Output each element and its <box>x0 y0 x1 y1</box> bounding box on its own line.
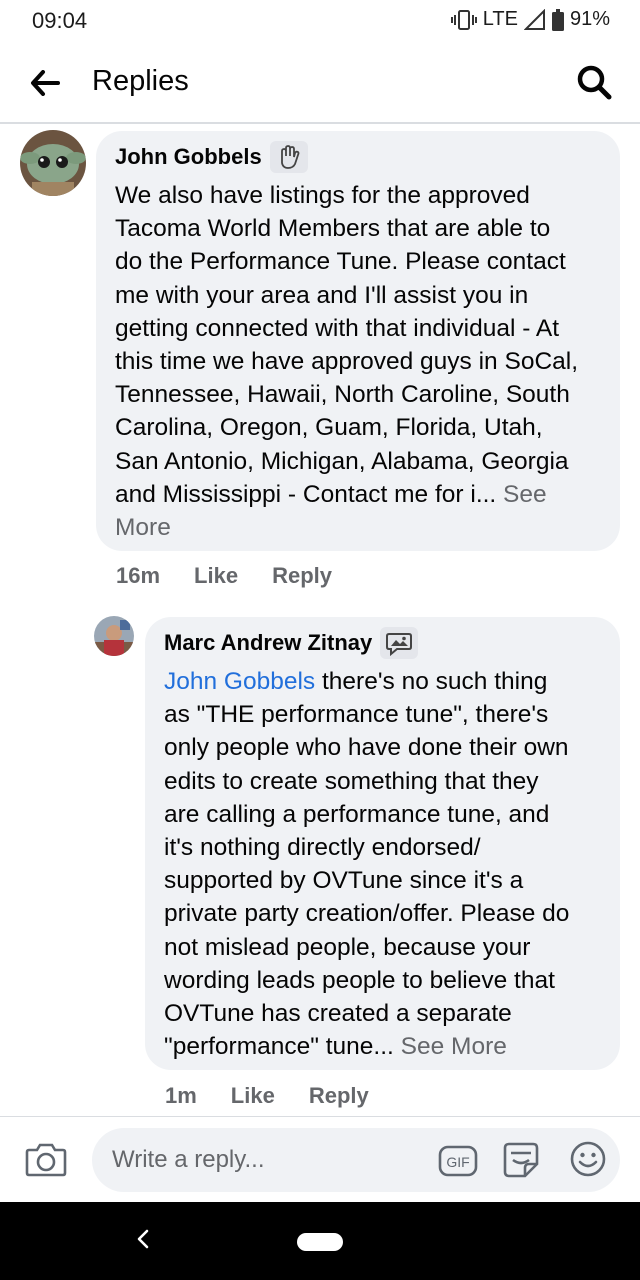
comment-time: 16m <box>116 563 161 588</box>
reply-placeholder: Write a reply... <box>112 1146 265 1173</box>
status-time: 09:04 <box>32 8 88 33</box>
mention-link[interactable]: John Gobbels <box>164 668 315 695</box>
search-button[interactable] <box>572 62 616 106</box>
reply-button[interactable]: Reply <box>272 563 332 589</box>
reply-button[interactable]: Reply <box>309 1083 369 1109</box>
see-more-link[interactable]: See <box>503 481 547 508</box>
search-icon <box>576 64 612 105</box>
reply-input[interactable]: Write a reply... GIF <box>92 1128 620 1192</box>
network-label: LTE <box>482 8 518 30</box>
vibrate-icon <box>450 9 477 31</box>
gif-label: GIF <box>446 1154 469 1170</box>
reply-composer: Write a reply... GIF <box>0 1116 640 1202</box>
emoji-icon <box>569 1140 607 1183</box>
back-button[interactable] <box>26 66 64 104</box>
camera-icon <box>25 1141 67 1182</box>
avatar[interactable] <box>94 616 134 656</box>
see-more-link-cont[interactable]: More <box>115 511 602 544</box>
camera-button[interactable] <box>24 1139 68 1183</box>
comment-author[interactable]: John Gobbels <box>115 144 262 170</box>
signal-icon <box>523 8 546 31</box>
gif-button[interactable]: GIF <box>438 1142 478 1180</box>
header: Replies <box>0 44 640 124</box>
nav-home-button[interactable] <box>297 1233 343 1251</box>
battery-icon <box>551 8 564 31</box>
comment-author[interactable]: Marc Andrew Zitnay <box>164 630 372 656</box>
emoji-button[interactable] <box>568 1140 608 1183</box>
comment-text: John Gobbels there's no such thing as "T… <box>164 668 570 1061</box>
arrow-left-icon <box>30 69 60 101</box>
comment-time: 1m <box>165 1083 197 1108</box>
status-icons: LTE 91% <box>450 8 610 31</box>
nav-back-icon <box>136 1228 150 1255</box>
like-button[interactable]: Like <box>194 563 238 589</box>
status-bar: 09:04 LTE 91% <box>0 0 640 44</box>
comment-bubble: Marc Andrew Zitnay John Gobbels there's … <box>145 617 620 1070</box>
sticker-button[interactable] <box>501 1142 541 1180</box>
comment-actions: 16m Like Reply <box>116 563 332 589</box>
nav-back-button[interactable] <box>128 1224 158 1258</box>
page-title: Replies <box>92 65 189 97</box>
battery-percent: 91% <box>569 8 610 30</box>
see-more-link[interactable]: See More <box>401 1033 507 1060</box>
system-nav-bar <box>0 1202 640 1280</box>
hand-wave-icon <box>269 141 308 173</box>
sticker-icon <box>501 1140 541 1183</box>
comment-bubble: John Gobbels We also have listings for t… <box>96 131 620 551</box>
comment-text: We also have listings for the approved T… <box>115 179 602 544</box>
image-comment-icon <box>380 627 419 659</box>
comment-actions: 1m Like Reply <box>165 1083 369 1109</box>
like-button[interactable]: Like <box>231 1083 275 1109</box>
avatar[interactable] <box>20 130 86 196</box>
